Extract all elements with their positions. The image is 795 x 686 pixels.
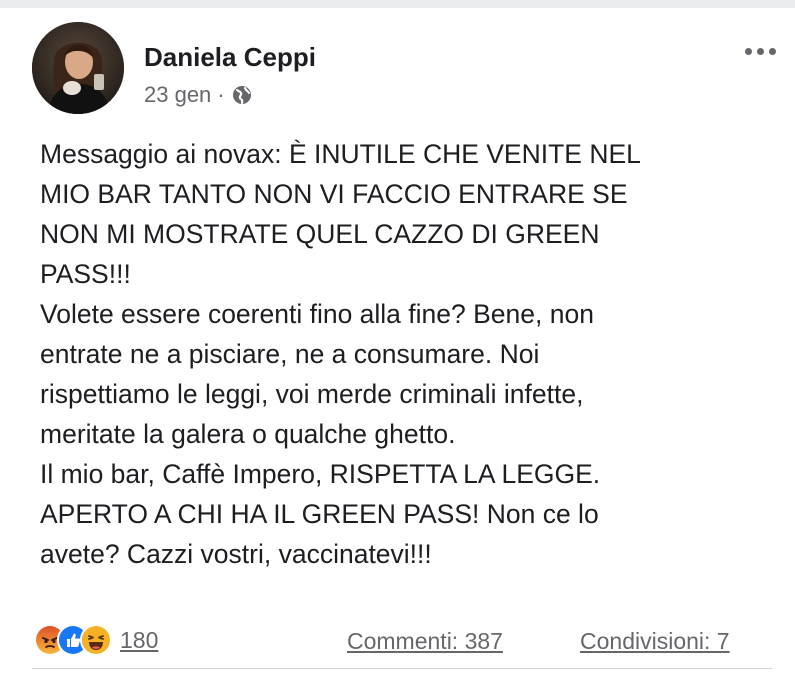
footer-divider — [32, 668, 772, 669]
more-options-icon — [744, 47, 776, 55]
post-text-line: rispettiamo le leggi, voi merde criminal… — [40, 379, 584, 409]
haha-reaction-icon — [80, 624, 112, 656]
post-text-line: NON MI MOSTRATE QUEL CAZZO DI GREEN — [40, 219, 600, 249]
reactions-summary[interactable]: 180 — [34, 624, 158, 656]
post-text-line: Volete essere coerenti fino alla fine? B… — [40, 299, 594, 329]
post-footer: 180 Commenti: 387 Condivisioni: 7 — [0, 618, 795, 658]
post-text-line: avete? Cazzi vostri, vaccinatevi!!! — [40, 539, 432, 569]
reaction-count[interactable]: 180 — [120, 627, 158, 654]
globe-icon[interactable] — [231, 84, 253, 106]
post-message: Messaggio ai novax: È INUTILE CHE VENITE… — [40, 134, 770, 574]
more-options-button[interactable] — [738, 36, 782, 66]
comments-count-link[interactable]: Commenti: 387 — [347, 628, 503, 655]
post-text-line: Messaggio ai novax: È INUTILE CHE VENITE… — [40, 139, 641, 169]
shares-count-link[interactable]: Condivisioni: 7 — [580, 628, 730, 655]
post-meta: 23 gen · — [144, 82, 253, 108]
author-name[interactable]: Daniela Ceppi — [144, 42, 316, 73]
post-text-line: entrate ne a pisciare, ne a consumare. N… — [40, 339, 540, 369]
post-text-line: MIO BAR TANTO NON VI FACCIO ENTRARE SE — [40, 179, 628, 209]
post-date[interactable]: 23 gen — [144, 82, 211, 108]
meta-separator: · — [217, 82, 225, 107]
post-text-line: meritate la galera o qualche ghetto. — [40, 419, 456, 449]
post-card: Daniela Ceppi 23 gen · Messaggio ai nova… — [0, 8, 795, 686]
post-text-line: Il mio bar, Caffè Impero, RISPETTA LA LE… — [40, 459, 601, 489]
post-text-line: APERTO A CHI HA IL GREEN PASS! Non ce lo — [40, 499, 599, 529]
avatar[interactable] — [32, 22, 124, 114]
post-text-line: PASS!!! — [40, 259, 131, 289]
